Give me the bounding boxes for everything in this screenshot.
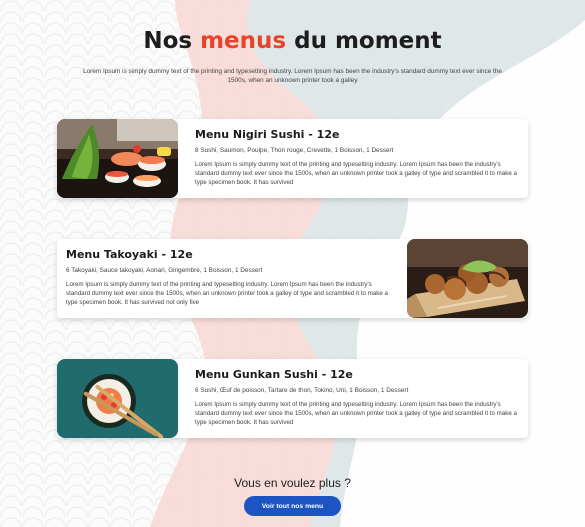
- menu-description: Lorem Ipsum is simply dummy text of the …: [195, 401, 517, 426]
- title-accent: menus: [200, 28, 287, 54]
- menu-items: 6 Takoyaki, Sauce takoyaki, Aonari, Ging…: [66, 267, 263, 274]
- menu-items: 8 Sushi, Saumon, Poulpe, Thon rouge, Cre…: [195, 147, 394, 154]
- gunkan-sushi-image: [57, 359, 178, 438]
- menu-card-takoyaki[interactable]: Menu Takoyaki - 12e 6 Takoyaki, Sauce ta…: [57, 239, 528, 318]
- menu-title: Menu Takoyaki - 12e: [66, 248, 193, 261]
- nigiri-sushi-image: [57, 119, 178, 198]
- menu-title: Menu Nigiri Sushi - 12e: [195, 128, 340, 141]
- menu-description: Lorem Ipsum is simply dummy text of the …: [195, 161, 517, 186]
- page-title: Nos menus du moment: [0, 28, 585, 54]
- menu-title: Menu Gunkan Sushi - 12e: [195, 368, 353, 381]
- menu-items: 6 Sushi, Œuf de poisson, Tartare de thon…: [195, 387, 409, 394]
- menu-card-gunkan[interactable]: Menu Gunkan Sushi - 12e 6 Sushi, Œuf de …: [57, 359, 528, 438]
- title-prefix: Nos: [143, 28, 201, 54]
- title-suffix: du moment: [286, 28, 442, 54]
- more-menus-heading: Vous en voulez plus ?: [234, 476, 351, 490]
- see-all-menus-button[interactable]: Voir tout nos menu: [244, 496, 341, 516]
- page-subtitle: Lorem Ipsum is simply dummy text of the …: [83, 68, 502, 84]
- menu-description: Lorem Ipsum is simply dummy text of the …: [66, 281, 388, 306]
- menu-card-nigiri[interactable]: Menu Nigiri Sushi - 12e 8 Sushi, Saumon,…: [57, 119, 528, 198]
- takoyaki-image: [407, 239, 528, 318]
